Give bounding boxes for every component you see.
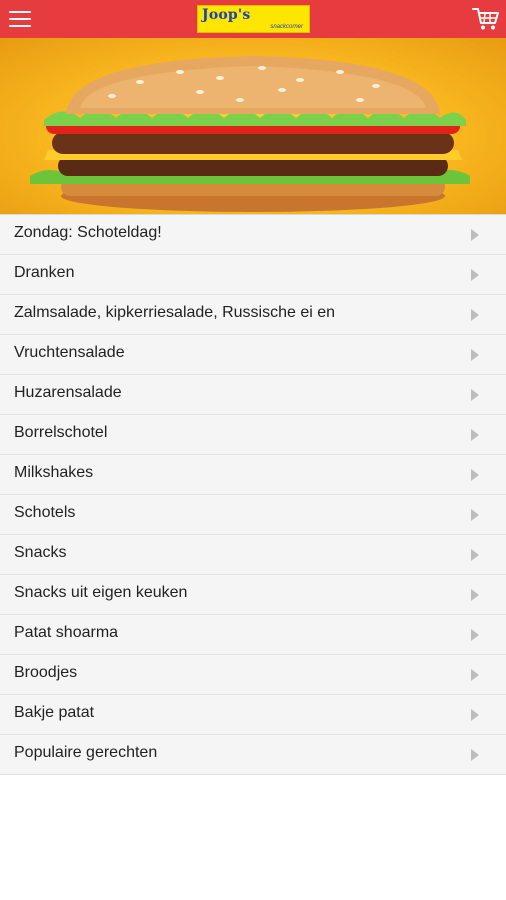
category-label: Zondag: Schoteldag! <box>14 224 162 241</box>
chevron-right-icon <box>471 549 479 561</box>
category-item[interactable]: Snacks uit eigen keuken <box>0 575 506 615</box>
category-label: Borrelschotel <box>14 424 108 441</box>
category-item[interactable]: Schotels <box>0 495 506 535</box>
shopping-cart-icon[interactable] <box>472 6 500 32</box>
chevron-right-icon <box>471 389 479 401</box>
empty-area <box>0 775 506 885</box>
category-label: Populaire gerechten <box>14 744 158 761</box>
category-item[interactable]: Zondag: Schoteldag! <box>0 215 506 255</box>
chevron-right-icon <box>471 709 479 721</box>
chevron-right-icon <box>471 669 479 681</box>
chevron-right-icon <box>471 429 479 441</box>
category-label: Snacks <box>14 544 67 561</box>
category-item[interactable]: Snacks <box>0 535 506 575</box>
category-label: Dranken <box>14 264 75 281</box>
chevron-right-icon <box>471 349 479 361</box>
chevron-right-icon <box>471 229 479 241</box>
chevron-right-icon <box>471 469 479 481</box>
app-logo: Joop's snackcorner <box>197 5 310 33</box>
category-label: Bakje patat <box>14 704 95 721</box>
category-list: Zondag: Schoteldag! Dranken Zalmsalade, ki… <box>0 214 506 775</box>
chevron-right-icon <box>471 589 479 601</box>
category-item[interactable]: Huzarensalade <box>0 375 506 415</box>
category-label: Broodjes <box>14 664 78 681</box>
top-app-bar: Joop's snackcorner <box>0 0 506 38</box>
category-item[interactable]: Vruchtensalade <box>0 335 506 375</box>
category-label: Snacks uit eigen keuken <box>14 584 188 601</box>
chevron-right-icon <box>471 749 479 761</box>
hamburger-menu-icon[interactable] <box>6 6 34 32</box>
category-label: Patat shoarma <box>14 624 119 641</box>
category-item[interactable]: Bakje patat <box>0 695 506 735</box>
chevron-right-icon <box>471 629 479 641</box>
burger-banner <box>0 38 506 214</box>
category-item[interactable]: Zalmsalade, kipkerriesalade, Russische e… <box>0 295 506 335</box>
category-label: Vruchtensalade <box>14 344 125 361</box>
category-label: Milkshakes <box>14 464 94 481</box>
category-item[interactable]: Milkshakes <box>0 455 506 495</box>
category-label: Zalmsalade, kipkerriesalade, Russische e… <box>14 304 336 321</box>
category-item[interactable]: Borrelschotel <box>0 415 506 455</box>
category-item[interactable]: Dranken <box>0 255 506 295</box>
chevron-right-icon <box>471 309 479 321</box>
category-label: Schotels <box>14 504 76 521</box>
chevron-right-icon <box>471 509 479 521</box>
category-item[interactable]: Patat shoarma <box>0 615 506 655</box>
category-label: Huzarensalade <box>14 384 122 401</box>
category-item[interactable]: Populaire gerechten <box>0 735 506 775</box>
category-item[interactable]: Broodjes <box>0 655 506 695</box>
chevron-right-icon <box>471 269 479 281</box>
